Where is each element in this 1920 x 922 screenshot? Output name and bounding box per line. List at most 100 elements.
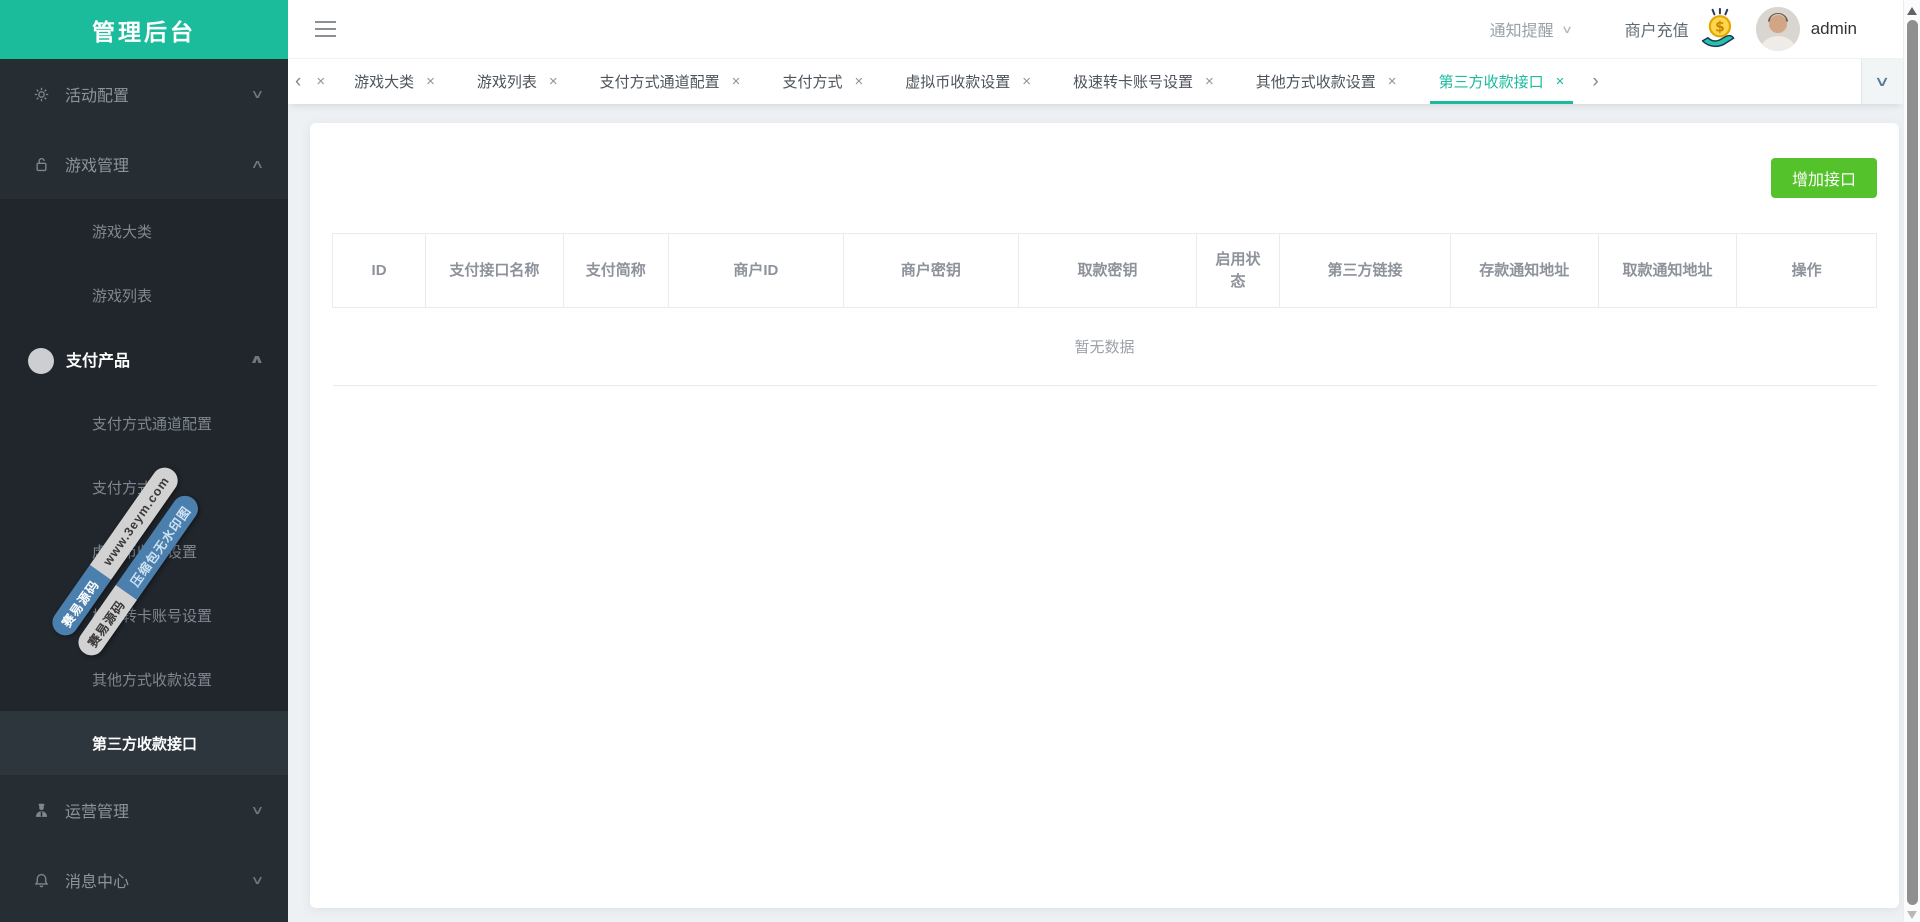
unlock-icon: [30, 153, 52, 175]
page-scrollbar: [1903, 0, 1920, 922]
sidebar-item-game-management[interactable]: 游戏管理 ∧: [0, 129, 288, 199]
chevron-down-icon: ∨: [1874, 73, 1891, 89]
chevron-down-icon: ∨: [250, 873, 265, 887]
table-empty-row: 暂无数据: [332, 307, 1877, 386]
sidebar-item-message-center[interactable]: 消息中心 ∨: [0, 845, 288, 915]
tab-game-category[interactable]: 游戏大类 ×: [333, 59, 456, 104]
chevron-up-icon: ∧: [249, 352, 265, 366]
sidebar-item-label: 运营管理: [65, 804, 130, 821]
sidebar-item-game-category[interactable]: 游戏大类: [0, 199, 288, 263]
sidebar-item-activity-config[interactable]: 活动配置 ∨: [0, 59, 288, 129]
sidebar-item-label: 活动配置: [65, 88, 130, 105]
chevron-up-icon: ∧: [250, 157, 265, 171]
tab-hidden-tab[interactable]: ×: [308, 59, 333, 104]
scroll-up-arrow-icon[interactable]: [1907, 7, 1917, 15]
tab-payment-channel-config[interactable]: 支付方式通道配置 ×: [579, 59, 762, 104]
tab-express-card-account-settings[interactable]: 极速转卡账号设置 ×: [1052, 59, 1235, 104]
toolbar: 增加接口: [332, 158, 1877, 198]
gear-icon: [30, 83, 52, 105]
add-interface-button[interactable]: 增加接口: [1770, 158, 1877, 198]
sidebar-item-label: 游戏大类: [92, 223, 153, 241]
scroll-down-arrow-icon[interactable]: [1907, 911, 1917, 919]
tab-label: 第三方收款接口: [1438, 74, 1544, 91]
bell-icon: [30, 869, 52, 891]
tabs-scroll-right-icon[interactable]: ›: [1585, 59, 1605, 104]
tab-game-list[interactable]: 游戏列表 ×: [456, 59, 579, 104]
notifications-label: 通知提醒: [1489, 23, 1554, 40]
table-header-col-third-party-link: 第三方链接: [1278, 233, 1451, 308]
sidebar-nav: 活动配置 ∨ 游戏管理 ∧ 游戏大类 游戏列表 支付产品 ∧ 支付方式通道配置 支付方式 虚拟币收款…: [0, 59, 288, 915]
sidebar-item-payment-methods[interactable]: 支付方式: [0, 455, 288, 519]
tab-close-icon[interactable]: ×: [1205, 73, 1214, 90]
sidebar-item-label: 游戏列表: [92, 287, 153, 305]
coin-hand-icon[interactable]: $: [1697, 6, 1741, 52]
tab-label: 支付方式通道配置: [599, 74, 720, 91]
sidebar-item-express-card-account-settings[interactable]: 极速转卡账号设置: [0, 583, 288, 647]
tab-close-icon[interactable]: ×: [732, 73, 741, 90]
svg-text:$: $: [1715, 19, 1725, 35]
table-header-col-short-name: 支付简称: [562, 233, 669, 308]
scrollbar-thumb[interactable]: [1907, 20, 1918, 905]
tab-close-icon[interactable]: ×: [1556, 73, 1565, 90]
tab-close-icon[interactable]: ×: [854, 73, 863, 90]
table-header-col-actions: 操作: [1736, 233, 1877, 308]
topbar-right: 通知提醒 ∨ 商户充值 $ admin: [1490, 6, 1857, 52]
tabs-menu-dropdown[interactable]: ∨: [1861, 59, 1903, 104]
tab-list: × 游戏大类 × 游戏列表 × 支付方式通道配置 × 支付方式 × 虚拟币收款设置 × 极速转卡账号设…: [308, 59, 1585, 104]
chevron-down-icon: ∨: [1560, 23, 1573, 36]
notifications-dropdown[interactable]: 通知提醒 ∨: [1489, 17, 1573, 41]
sidebar-item-game-list[interactable]: 游戏列表: [0, 263, 288, 327]
content-card: 增加接口 ID 支付接口名称 支付简称 商户ID 商户密钥 取款密钥 启用状态 第三方链接 存款…: [310, 123, 1899, 908]
sidebar-item-label: 支付产品: [66, 353, 131, 370]
tab-label: 虚拟币收款设置: [905, 74, 1011, 91]
sidebar-item-payment-channel-config[interactable]: 支付方式通道配置: [0, 391, 288, 455]
table-header-col-deposit-notify-url: 存款通知地址: [1449, 233, 1599, 308]
table-header-col-id: ID: [331, 233, 427, 308]
sidebar-item-operations-management[interactable]: 运营管理 ∨: [0, 775, 288, 845]
sidebar-item-label: 其他方式收款设置: [92, 671, 213, 689]
tab-label: 极速转卡账号设置: [1073, 74, 1194, 91]
sidebar-item-label: 虚拟币收款设置: [92, 543, 198, 561]
content-area: 增加接口 ID 支付接口名称 支付简称 商户ID 商户密钥 取款密钥 启用状态 第三方链接 存款…: [288, 104, 1903, 922]
sidebar-item-label: 游戏管理: [65, 158, 130, 175]
table-header-col-interface-name: 支付接口名称: [425, 233, 564, 308]
tab-close-icon[interactable]: ×: [549, 73, 558, 90]
tab-other-collection-settings[interactable]: 其他方式收款设置 ×: [1235, 59, 1418, 104]
sidebar-item-crypto-collection-settings[interactable]: 虚拟币收款设置: [0, 519, 288, 583]
sidebar-item-label: 支付方式: [92, 479, 153, 497]
person-icon: [30, 799, 52, 821]
page: 管理后台 活动配置 ∨ 游戏管理 ∧ 游戏大类 游戏列表 支付产品 ∧ 支付方式通道配置 支付方式…: [0, 0, 1920, 922]
empty-state-text: 暂无数据: [332, 307, 1877, 386]
table-header-col-withdraw-notify-url: 取款通知地址: [1597, 233, 1738, 308]
tab-crypto-collection-settings[interactable]: 虚拟币收款设置 ×: [884, 59, 1052, 104]
app-logo: 管理后台: [0, 0, 288, 59]
main-area: 通知提醒 ∨ 商户充值 $ admin ‹ × 游戏大类 × 游戏列表 × 支付…: [288, 0, 1920, 922]
sidebar-item-third-party-collection-api[interactable]: 第三方收款接口: [0, 711, 288, 775]
tab-label: 游戏列表: [476, 74, 537, 91]
topbar: 通知提醒 ∨ 商户充值 $ admin: [288, 0, 1903, 59]
tab-payment-methods[interactable]: 支付方式 ×: [761, 59, 884, 104]
tab-label: 支付方式: [782, 74, 843, 91]
tab-label: 游戏大类: [354, 74, 415, 91]
table-header-row: ID 支付接口名称 支付简称 商户ID 商户密钥 取款密钥 启用状态 第三方链接 存款通知地址取…: [331, 233, 1877, 308]
sidebar: 管理后台 活动配置 ∨ 游戏管理 ∧ 游戏大类 游戏列表 支付产品 ∧ 支付方式通道配置 支付方式…: [0, 0, 288, 922]
tab-label: 其他方式收款设置: [1255, 74, 1376, 91]
avatar[interactable]: [1755, 7, 1800, 51]
tab-close-icon[interactable]: ×: [316, 73, 325, 90]
hamburger-menu-icon[interactable]: [315, 21, 336, 37]
merchant-recharge-link[interactable]: 商户充值: [1625, 17, 1689, 41]
sidebar-item-payment-products[interactable]: 支付产品 ∧: [0, 327, 288, 391]
tab-close-icon[interactable]: ×: [426, 73, 435, 90]
tab-third-party-collection-api[interactable]: 第三方收款接口 ×: [1418, 59, 1586, 104]
sidebar-item-label: 极速转卡账号设置: [92, 607, 213, 625]
tabs-scroll-left-icon[interactable]: ‹: [288, 59, 308, 104]
tabbar: ‹ × 游戏大类 × 游戏列表 × 支付方式通道配置 × 支付方式 × 虚拟币收款设置 × 极速转卡账…: [288, 59, 1903, 104]
sidebar-item-other-collection-settings[interactable]: 其他方式收款设置: [0, 647, 288, 711]
username[interactable]: admin: [1811, 19, 1857, 39]
tab-close-icon[interactable]: ×: [1388, 73, 1397, 90]
table-header-col-withdraw-key: 取款密钥: [1017, 233, 1198, 308]
sidebar-item-label: 支付方式通道配置: [92, 415, 213, 433]
tab-close-icon[interactable]: ×: [1022, 73, 1031, 90]
table-header-col-merchant-key: 商户密钥: [842, 233, 1019, 308]
chevron-down-icon: ∨: [250, 803, 265, 817]
